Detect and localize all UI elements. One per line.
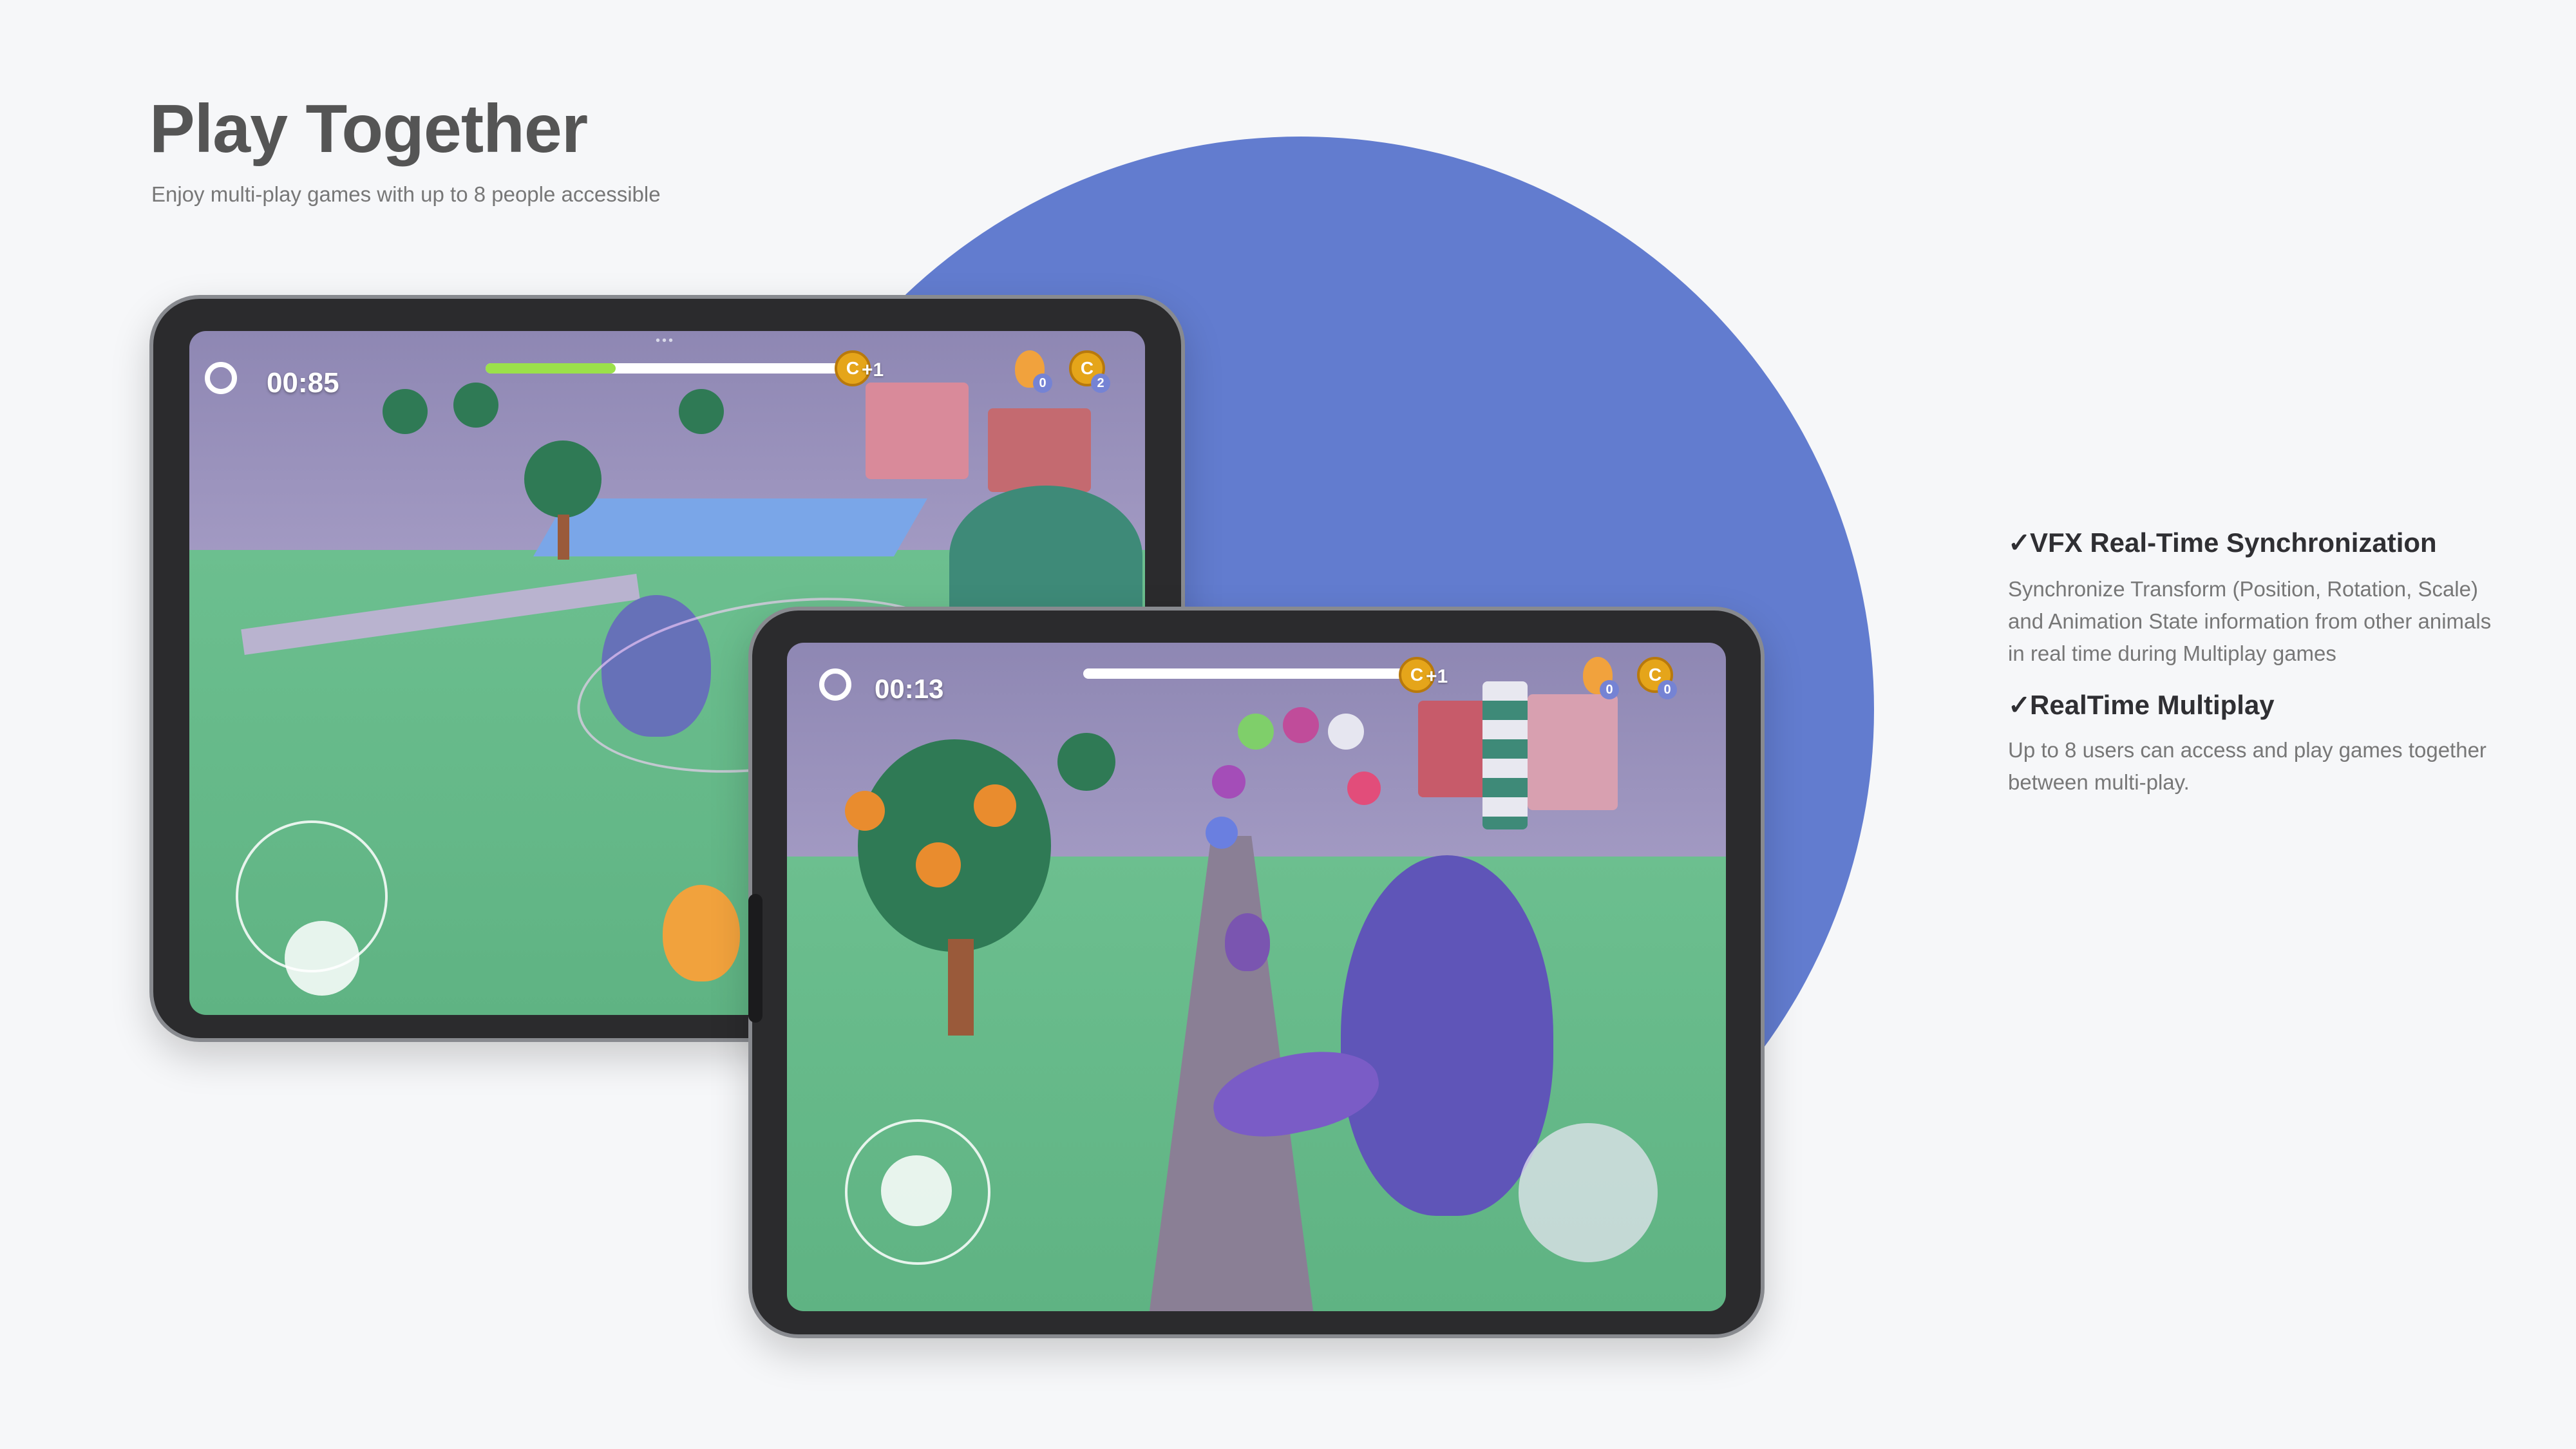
stopwatch-icon: [205, 362, 237, 394]
check-icon: ✓: [2008, 690, 2031, 720]
progress-bar: [1083, 668, 1405, 679]
coin-plus: +1: [862, 359, 884, 381]
feature-desc-realtime-multiplay: Up to 8 users can access and play games …: [2008, 738, 2486, 794]
egg-action[interactable]: [663, 885, 740, 981]
feature-title-vfx-sync: ✓VFX Real-Time Synchronization: [2008, 527, 2437, 558]
balloon: [1328, 714, 1364, 750]
tree: [858, 739, 1051, 952]
feature-desc-vfx-sync: Synchronize Transform (Position, Rotatio…: [2008, 577, 2492, 665]
tree: [1057, 733, 1115, 791]
balloon: [1347, 772, 1381, 805]
dome: [949, 486, 1142, 627]
building: [1528, 694, 1618, 810]
bird-character-small: [1225, 913, 1270, 971]
tree: [383, 389, 428, 434]
action-button[interactable]: [1519, 1123, 1658, 1262]
side-buttons: [748, 894, 762, 1023]
balloon: [1238, 714, 1274, 750]
timer-text: 00:13: [875, 674, 944, 704]
page-subtitle: Enjoy multi-play games with up to 8 peop…: [151, 182, 661, 206]
check-icon: ✓: [2008, 527, 2031, 558]
balloon: [1283, 707, 1319, 743]
coin-count: 2: [1091, 374, 1110, 393]
tree: [679, 389, 724, 434]
progress-fill: [486, 363, 616, 374]
tree: [453, 383, 498, 428]
tablet-front: 00:13 C +1 0 C 0: [748, 607, 1765, 1338]
balloon: [1212, 765, 1245, 799]
building: [866, 383, 969, 479]
joystick-knob-front[interactable]: [881, 1155, 952, 1226]
egg-count: 0: [1600, 680, 1619, 699]
egg-count: 0: [1033, 374, 1052, 393]
river: [533, 498, 927, 556]
tree: [524, 440, 601, 518]
lighthouse: [1482, 681, 1528, 829]
coin-count: 0: [1658, 680, 1677, 699]
camera-indicator: •••: [656, 334, 676, 348]
stopwatch-icon: [819, 668, 851, 701]
building: [988, 408, 1091, 492]
timer-text: 00:85: [267, 367, 339, 399]
progress-bar: [486, 363, 846, 374]
coin-plus: +1: [1426, 666, 1448, 687]
game-screen-front[interactable]: 00:13 C +1 0 C 0: [787, 643, 1726, 1311]
feature-title-realtime-multiplay: ✓RealTime Multiplay: [2008, 690, 2275, 720]
seal-character: [1341, 855, 1553, 1216]
page-title: Play Together: [149, 91, 588, 167]
joystick-knob-back[interactable]: [285, 921, 359, 996]
balloon: [1206, 817, 1238, 849]
